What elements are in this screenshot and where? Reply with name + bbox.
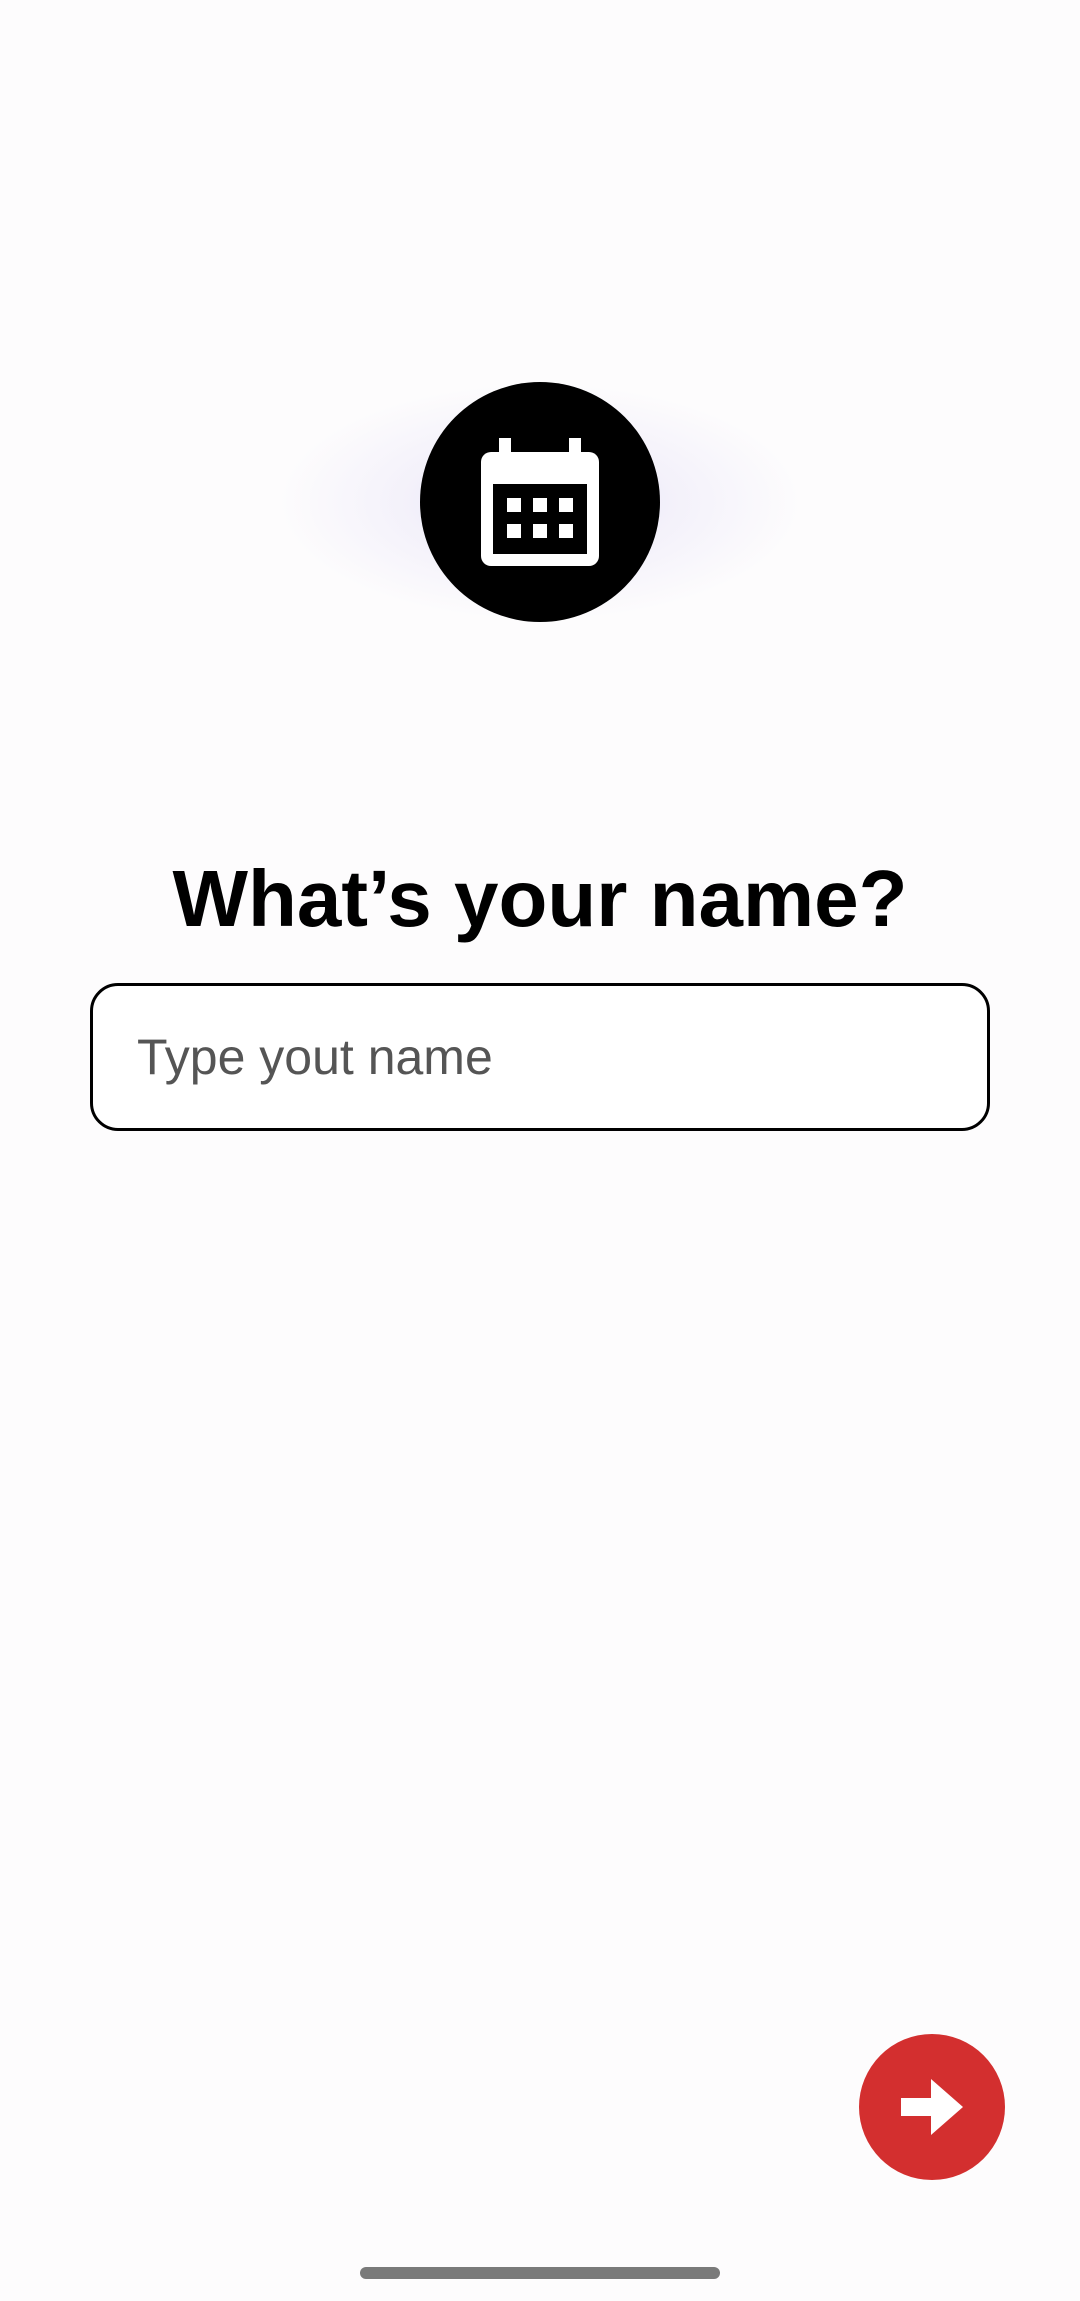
page-title: What’s your name? xyxy=(172,853,908,943)
name-input[interactable] xyxy=(90,983,990,1131)
calendar-icon xyxy=(481,438,599,566)
home-indicator[interactable] xyxy=(360,2267,720,2279)
calendar-badge xyxy=(420,382,660,622)
arrow-right-icon xyxy=(901,2079,963,2135)
screen: What’s your name? xyxy=(0,0,1080,2301)
next-button[interactable] xyxy=(859,2034,1005,2180)
